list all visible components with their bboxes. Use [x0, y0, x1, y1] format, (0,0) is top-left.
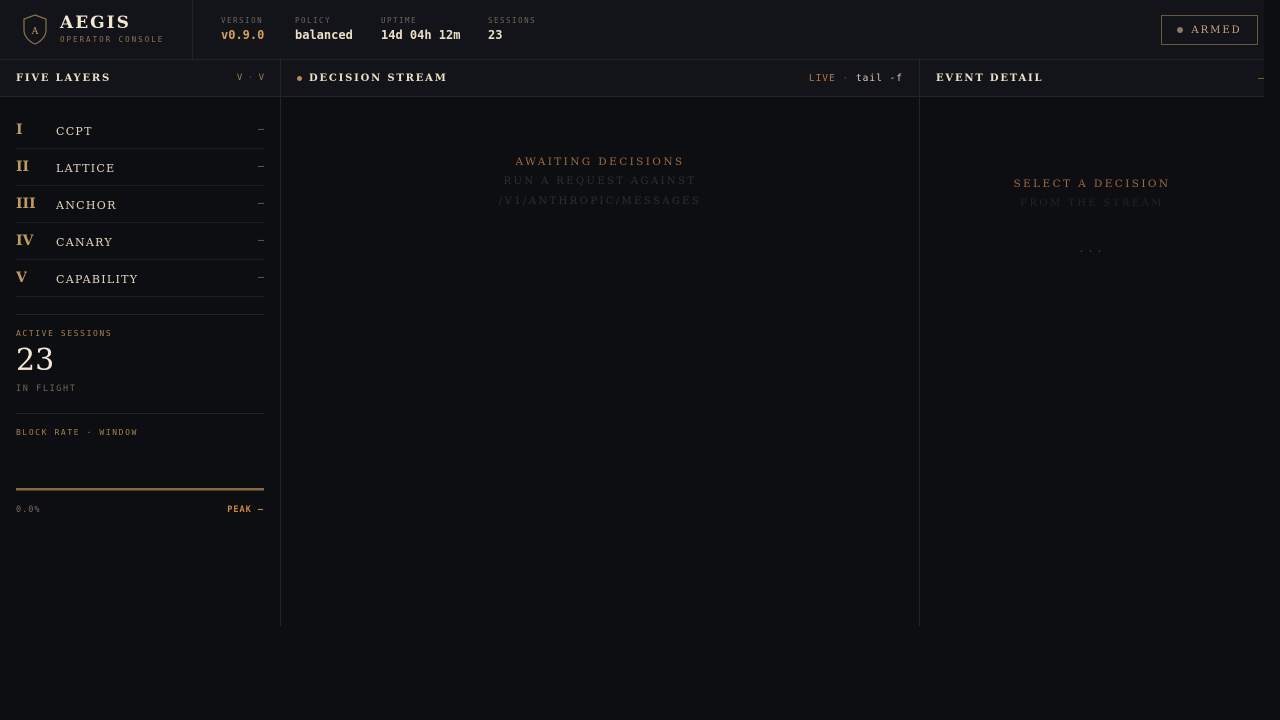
- nav-prev[interactable]: V: [237, 73, 242, 83]
- stat-value: balanced: [295, 28, 353, 42]
- nav-separator: ·: [247, 73, 254, 83]
- block-rate-value: 0.0%: [16, 505, 41, 515]
- layer-numeral: V: [16, 270, 27, 286]
- stat-version: VERSION v0.9.0: [221, 16, 264, 42]
- layer-name: CANARY: [56, 236, 113, 249]
- brand-subtitle: OPERATOR CONSOLE: [60, 35, 165, 44]
- block-rate-sparkline: [16, 488, 264, 491]
- nav-next[interactable]: V: [259, 73, 264, 83]
- detail-empty-title: SELECT A DECISION: [1013, 178, 1171, 190]
- live-dot-icon: [297, 76, 302, 81]
- stream-panel-header: DECISION STREAM LIVE · tail -f: [281, 60, 919, 97]
- layer-numeral: I: [16, 122, 23, 138]
- stat-label: SESSIONS: [488, 16, 537, 25]
- stat-label: VERSION: [221, 16, 264, 25]
- active-sessions-count: 23: [16, 343, 55, 378]
- layer-value: –: [257, 124, 264, 135]
- active-sessions-label: ACTIVE SESSIONS: [16, 329, 113, 338]
- panel-title: FIVE LAYERS: [16, 73, 112, 84]
- stat-sessions: SESSIONS 23: [488, 16, 536, 42]
- stat-label: POLICY: [295, 16, 332, 25]
- panel-title: EVENT DETAIL: [936, 73, 1044, 84]
- decision-stream-panel: DECISION STREAM LIVE · tail -f AWAITING …: [281, 60, 920, 626]
- block-rate-label: BLOCK RATE · WINDOW: [16, 428, 138, 437]
- layer-value: –: [257, 272, 264, 283]
- in-flight-label: IN FLIGHT: [16, 384, 77, 394]
- stat-policy: POLICY balanced: [295, 16, 353, 42]
- stream-mode: LIVE · tail -f: [809, 73, 903, 84]
- divider: [16, 413, 264, 414]
- stat-value: 23: [488, 28, 503, 42]
- live-label: LIVE: [808, 73, 836, 84]
- brand-name: AEGIS: [60, 13, 131, 33]
- layer-row-lattice[interactable]: II LATTICE –: [16, 149, 264, 186]
- layer-row-anchor[interactable]: III ANCHOR –: [16, 186, 264, 223]
- detail-status: –: [1257, 73, 1264, 84]
- layer-row-canary[interactable]: IV CANARY –: [16, 223, 264, 260]
- armed-label: ARMED: [1191, 24, 1242, 36]
- layer-row-ccpt[interactable]: I CCPT –: [16, 112, 264, 149]
- stream-empty-hint: RUN A REQUEST AGAINST: [503, 176, 697, 187]
- event-detail-panel: EVENT DETAIL – SELECT A DECISION FROM TH…: [920, 60, 1264, 626]
- stat-label: UPTIME: [381, 16, 418, 25]
- layer-value: –: [257, 198, 264, 209]
- top-header: A AEGIS OPERATOR CONSOLE VERSION v0.9.0 …: [0, 0, 1264, 60]
- layer-name: LATTICE: [56, 162, 116, 175]
- layer-name: ANCHOR: [56, 199, 117, 212]
- block-rate-peak: PEAK –: [227, 505, 264, 515]
- layers-panel: FIVE LAYERS V · V I CCPT – II LATTICE – …: [0, 60, 281, 626]
- brand: A AEGIS OPERATOR CONSOLE: [0, 0, 193, 59]
- stat-value: 14d 04h 12m: [381, 28, 461, 42]
- detail-panel-header: EVENT DETAIL –: [920, 60, 1264, 97]
- shield-icon: A: [23, 14, 47, 45]
- layer-nav-hint[interactable]: V · V: [237, 73, 264, 83]
- stat-value: v0.9.0: [221, 28, 265, 42]
- layers-panel-header: FIVE LAYERS V · V: [0, 60, 280, 97]
- layer-value: –: [257, 161, 264, 172]
- status-dot-icon: [1177, 27, 1184, 33]
- layer-name: CAPABILITY: [56, 273, 139, 286]
- detail-ellipsis: ...: [1078, 244, 1106, 255]
- layer-numeral: IV: [16, 233, 34, 249]
- stream-empty-endpoint: /V1/ANTHROPIC/MESSAGES: [498, 196, 702, 207]
- detail-empty-hint: FROM THE STREAM: [1020, 198, 1164, 209]
- svg-text:A: A: [31, 27, 39, 37]
- layer-value: –: [257, 235, 264, 246]
- panel-title: DECISION STREAM: [309, 73, 448, 84]
- stat-uptime: UPTIME 14d 04h 12m: [381, 16, 460, 42]
- layer-numeral: II: [16, 159, 30, 175]
- meta-separator: ·: [842, 73, 850, 84]
- layer-name: CCPT: [56, 125, 93, 138]
- layer-numeral: III: [16, 196, 36, 212]
- layer-row-capability[interactable]: V CAPABILITY –: [16, 260, 264, 297]
- tail-label: tail -f: [855, 73, 903, 84]
- stream-empty-title: AWAITING DECISIONS: [515, 156, 685, 168]
- divider: [16, 314, 264, 315]
- armed-button[interactable]: ARMED: [1161, 15, 1258, 45]
